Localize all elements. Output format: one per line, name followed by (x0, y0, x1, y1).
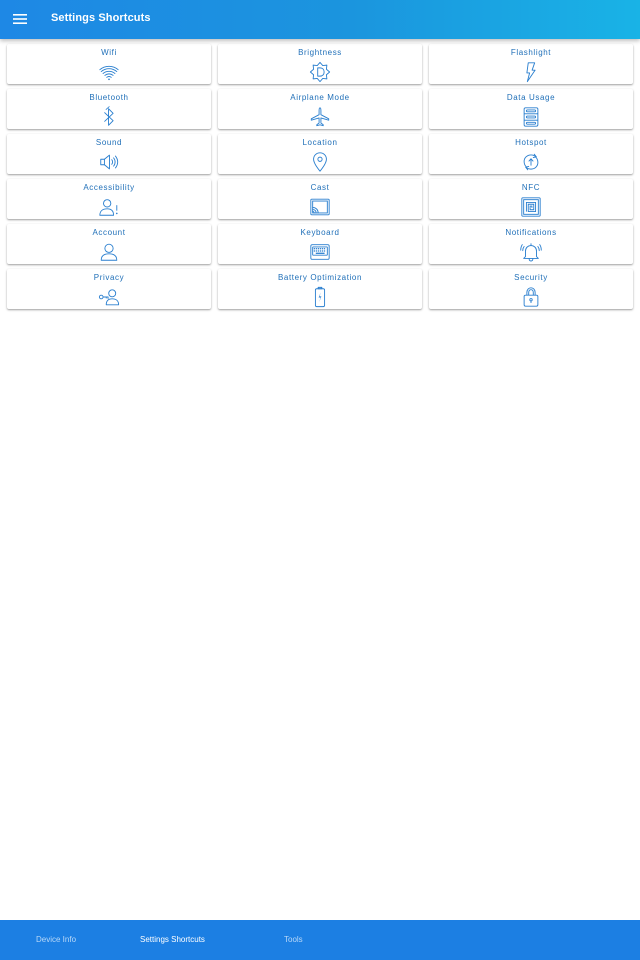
nfc-icon (520, 196, 542, 218)
account-icon (98, 241, 120, 263)
menu-button[interactable] (10, 8, 30, 30)
brightness-icon (309, 61, 331, 83)
wifi-icon (98, 61, 120, 83)
page-title: Settings Shortcuts (51, 12, 151, 24)
tile-label: NFC (521, 183, 541, 192)
airplane-icon (309, 106, 331, 128)
bottom-navigation: Device Info Settings Shortcuts Tools (0, 920, 640, 960)
tile-label: Flashlight (510, 48, 552, 57)
tile-label: Location (302, 138, 338, 147)
tile-label: Privacy (93, 273, 125, 282)
battery-icon (309, 286, 331, 308)
tile-label: Notifications (505, 228, 557, 237)
nav-tab-tools[interactable]: Tools (284, 920, 303, 960)
tile-label: Accessibility (83, 183, 135, 192)
tile-security[interactable]: Security (429, 269, 633, 309)
tile-hotspot[interactable]: Hotspot (429, 134, 633, 174)
tile-accessibility[interactable]: Accessibility (7, 179, 211, 219)
tile-sound[interactable]: Sound (7, 134, 211, 174)
tile-brightness[interactable]: Brightness (218, 44, 422, 84)
data-usage-icon (520, 106, 542, 128)
privacy-icon (98, 286, 120, 308)
lock-icon (520, 286, 542, 308)
tile-keyboard[interactable]: Keyboard (218, 224, 422, 264)
tile-account[interactable]: Account (7, 224, 211, 264)
tile-nfc[interactable]: NFC (429, 179, 633, 219)
hotspot-icon (520, 151, 542, 173)
settings-shortcut-grid: Wifi Brightness Flashlight Bluetooth Air… (7, 44, 633, 309)
tile-location[interactable]: Location (218, 134, 422, 174)
tile-label: Hotspot (515, 138, 547, 147)
accessibility-icon (98, 196, 120, 218)
tile-battery-optimization[interactable]: Battery Optimization (218, 269, 422, 309)
tile-label: Battery Optimization (277, 273, 363, 282)
tile-label: Data Usage (506, 93, 556, 102)
nav-tab-device-info[interactable]: Device Info (36, 920, 76, 960)
cast-icon (309, 196, 331, 218)
tile-flashlight[interactable]: Flashlight (429, 44, 633, 84)
tile-label: Account (92, 228, 126, 237)
speaker-icon (98, 151, 120, 173)
tile-bluetooth[interactable]: Bluetooth (7, 89, 211, 129)
tile-label: Security (514, 273, 548, 282)
tile-data-usage[interactable]: Data Usage (429, 89, 633, 129)
tile-privacy[interactable]: Privacy (7, 269, 211, 309)
tile-wifi[interactable]: Wifi (7, 44, 211, 84)
tile-label: Cast (310, 183, 330, 192)
tile-label: Wifi (101, 48, 117, 57)
tile-label: Brightness (298, 48, 342, 57)
tile-cast[interactable]: Cast (218, 179, 422, 219)
tile-airplane-mode[interactable]: Airplane Mode (218, 89, 422, 129)
nav-tab-settings-shortcuts[interactable]: Settings Shortcuts (140, 920, 205, 960)
tile-label: Airplane Mode (290, 93, 350, 102)
app-bar: Settings Shortcuts (0, 0, 640, 39)
tile-label: Sound (95, 138, 123, 147)
flashlight-icon (520, 61, 542, 83)
bluetooth-icon (98, 106, 120, 128)
tile-label: Keyboard (300, 228, 340, 237)
keyboard-icon (309, 241, 331, 263)
notification-bell-icon (520, 241, 542, 263)
location-pin-icon (309, 151, 331, 173)
tile-notifications[interactable]: Notifications (429, 224, 633, 264)
tile-label: Bluetooth (89, 93, 129, 102)
menu-icon (13, 14, 27, 24)
